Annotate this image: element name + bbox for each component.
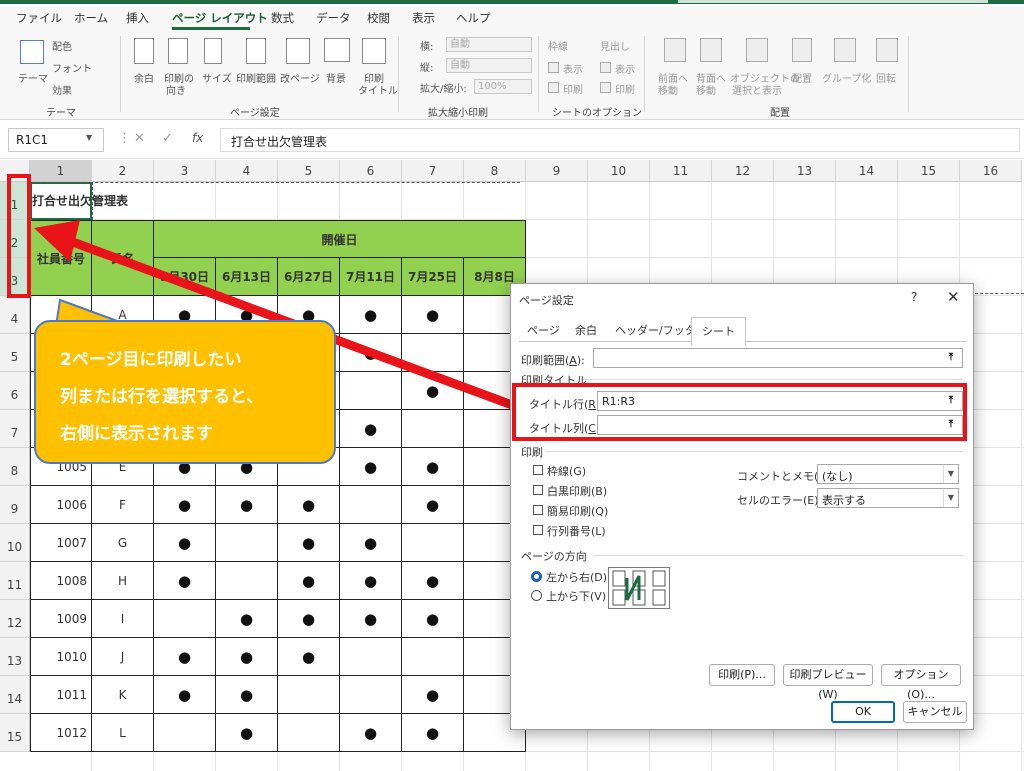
ok-button[interactable]: OK <box>831 701 895 723</box>
page-order-preview-icon <box>608 567 670 609</box>
options-button[interactable]: オプション(O)... <box>881 664 961 701</box>
row-col-headings-label: 行列番号(L) <box>547 525 606 538</box>
print-area-collapse-icon[interactable]: ⤒ <box>943 350 959 366</box>
print-preview-button[interactable]: 印刷プレビュー(W) <box>783 664 873 701</box>
row-col-headings-checkbox[interactable] <box>533 525 543 535</box>
callout-line-1: 2ページ目に印刷したい <box>60 350 242 370</box>
page-icon-2 <box>612 589 626 606</box>
cell-errors-label: セルのエラー(E): <box>737 494 823 507</box>
dialog-title: ページ設定 <box>519 294 574 307</box>
page-order-preview-graphic <box>612 570 666 606</box>
tab-margins[interactable]: 余白 <box>575 322 597 338</box>
chevron-down-icon: ▼ <box>943 465 958 483</box>
cancel-button[interactable]: キャンセル <box>903 701 967 723</box>
page-icon-6 <box>652 589 666 606</box>
callout-bubble: 2ページ目に印刷したい 列または行を選択すると、 右側に表示されます <box>34 320 336 464</box>
down-then-over-radio[interactable] <box>531 571 542 582</box>
close-icon[interactable]: ✕ <box>947 288 960 306</box>
section-divider <box>593 555 963 556</box>
gridlines-label: 枠線(G) <box>547 465 587 478</box>
arrow-head <box>34 220 80 262</box>
dialog-tabs: ページ 余白 ヘッダー/フッター シート <box>519 317 967 346</box>
tab-sheet[interactable]: シート <box>691 317 746 346</box>
page-order-heading: ページの方向 <box>521 550 587 563</box>
chevron-down-icon: ▼ <box>943 489 958 507</box>
callout-line-3: 右側に表示されます <box>60 424 213 444</box>
black-and-white-label: 白黒印刷(B) <box>547 485 608 498</box>
callout-line-2: 列または行を選択すると、 <box>60 387 264 407</box>
print-button[interactable]: 印刷(P)... <box>709 664 775 686</box>
comments-select[interactable]: (なし) ▼ <box>817 464 959 484</box>
cell-errors-select[interactable]: 表示する ▼ <box>817 488 959 508</box>
down-then-over-label: 左から右(D) <box>546 571 608 584</box>
draft-quality-label: 簡易印刷(Q) <box>547 505 609 518</box>
over-then-down-radio[interactable] <box>531 590 542 601</box>
draft-quality-checkbox[interactable] <box>533 505 543 515</box>
page-icon-5 <box>652 570 666 587</box>
print-section-heading: 印刷 <box>521 446 543 459</box>
page-setup-dialog: ページ設定 ? ✕ ページ 余白 ヘッダー/フッター シート 印刷範囲(A): … <box>510 283 974 730</box>
comments-value: (なし) <box>822 470 853 483</box>
section-divider <box>583 379 963 380</box>
over-then-down-label: 上から下(V) <box>546 590 607 603</box>
section-divider <box>545 451 963 452</box>
help-icon[interactable]: ? <box>911 290 917 304</box>
cell-errors-value: 表示する <box>822 494 866 507</box>
gridlines-checkbox[interactable] <box>533 465 543 475</box>
tab-page[interactable]: ページ <box>527 322 560 338</box>
print-area-input[interactable] <box>593 348 963 368</box>
black-and-white-checkbox[interactable] <box>533 485 543 495</box>
page-icon-1 <box>612 570 626 587</box>
print-area-label: 印刷範囲(A): <box>521 354 585 367</box>
title-rows-highlight <box>512 383 967 441</box>
